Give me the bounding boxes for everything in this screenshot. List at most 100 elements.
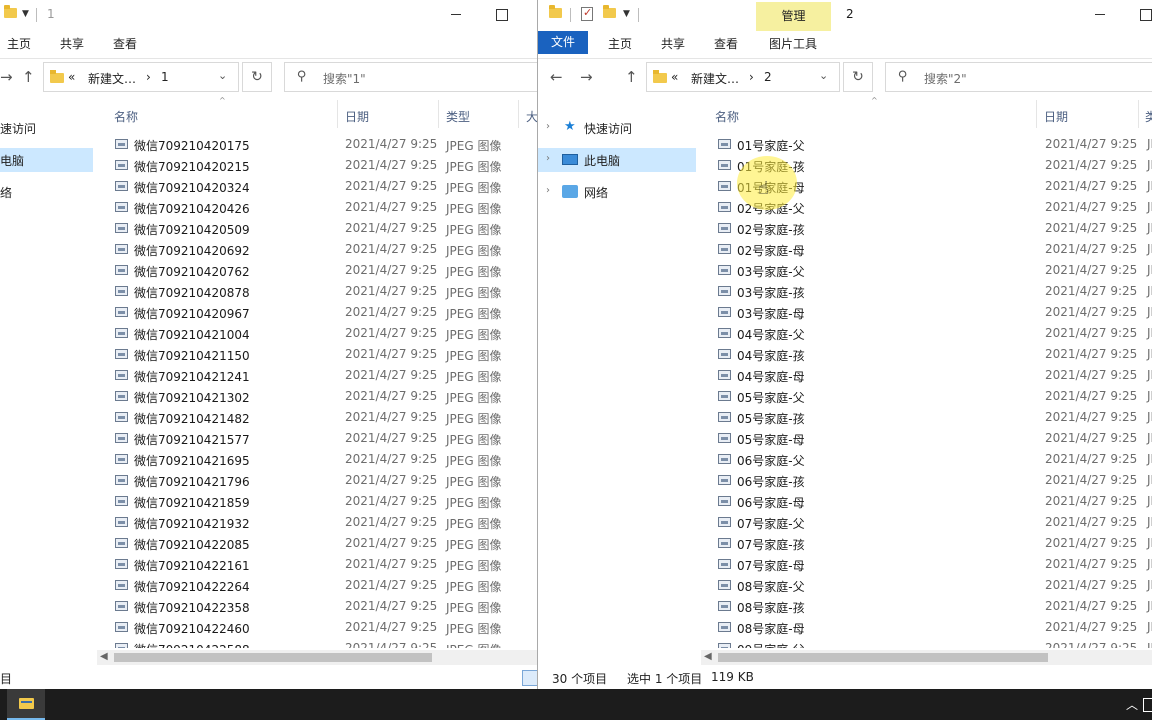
breadcrumb-parent[interactable]: 新建文… xyxy=(691,70,739,87)
refresh-button[interactable]: ↻ xyxy=(242,62,272,92)
file-row[interactable]: 01号家庭-孩 2021/4/27 9:25 JI xyxy=(714,155,1152,176)
column-divider[interactable] xyxy=(1138,100,1139,128)
refresh-button[interactable]: ↻ xyxy=(843,62,873,92)
nav-item-quick-access[interactable]: 速访问 xyxy=(0,116,93,140)
title-bar[interactable]: ▼ 管理 2 xyxy=(538,0,1152,31)
file-row[interactable]: 04号家庭-孩 2021/4/27 9:25 JI xyxy=(714,344,1152,365)
chevron-down-icon[interactable]: ⌄ xyxy=(819,69,828,82)
minimize-button[interactable] xyxy=(1095,6,1105,15)
tab-file[interactable]: 文件 xyxy=(538,31,589,54)
file-row[interactable]: 微信709210420324 2021/4/27 9:25 JPEG 图像 xyxy=(111,176,537,197)
file-row[interactable]: 06号家庭-孩 2021/4/27 9:25 JI xyxy=(714,470,1152,491)
file-row[interactable]: 微信709210420692 2021/4/27 9:25 JPEG 图像 xyxy=(111,239,537,260)
tab-manage[interactable]: 管理 xyxy=(756,2,831,31)
breadcrumb-current[interactable]: 2 xyxy=(764,70,772,84)
file-row[interactable]: 03号家庭-孩 2021/4/27 9:25 JI xyxy=(714,281,1152,302)
file-row[interactable]: 微信709210421577 2021/4/27 9:25 JPEG 图像 xyxy=(111,428,537,449)
nav-item-network[interactable]: › 网络 xyxy=(538,180,696,204)
tab-view[interactable]: 查看 xyxy=(113,35,137,52)
search-input[interactable]: 搜索"1" xyxy=(323,70,366,87)
tab-home[interactable]: 主页 xyxy=(7,35,31,52)
file-row[interactable]: 07号家庭-母 2021/4/27 9:25 JI xyxy=(714,554,1152,575)
address-bar[interactable]: « 新建文… › 2 ⌄ xyxy=(646,62,840,92)
file-row[interactable]: 07号家庭-父 2021/4/27 9:25 JI xyxy=(714,512,1152,533)
forward-button[interactable]: → xyxy=(0,68,13,86)
back-button[interactable]: ← xyxy=(550,68,563,86)
file-row[interactable]: 微信709210421302 2021/4/27 9:25 JPEG 图像 xyxy=(111,386,537,407)
column-divider[interactable] xyxy=(518,100,519,128)
file-row[interactable]: 微信709210421482 2021/4/27 9:25 JPEG 图像 xyxy=(111,407,537,428)
column-header-name[interactable]: 名称 xyxy=(114,108,138,125)
title-bar[interactable]: ▼ 1 xyxy=(0,0,537,31)
file-row[interactable]: 微信709210420509 2021/4/27 9:25 JPEG 图像 xyxy=(111,218,537,239)
search-box[interactable]: ⚲ 搜索"2" xyxy=(885,62,1152,92)
new-folder-icon[interactable] xyxy=(603,5,616,18)
file-row[interactable]: 05号家庭-母 2021/4/27 9:25 JI xyxy=(714,428,1152,449)
file-row[interactable]: 06号家庭-母 2021/4/27 9:25 JI xyxy=(714,491,1152,512)
nav-item-this-pc[interactable]: 电脑 xyxy=(0,148,93,172)
column-divider[interactable] xyxy=(337,100,338,128)
taskbar-file-explorer-button[interactable] xyxy=(7,689,45,720)
column-header-date[interactable]: 日期 xyxy=(345,108,369,125)
breadcrumb-current[interactable]: 1 xyxy=(161,70,169,84)
scrollbar-thumb[interactable] xyxy=(718,653,1048,662)
file-row[interactable]: 微信709210421004 2021/4/27 9:25 JPEG 图像 xyxy=(111,323,537,344)
address-bar[interactable]: « 新建文… › 1 ⌄ xyxy=(43,62,239,92)
column-header-date[interactable]: 日期 xyxy=(1044,108,1068,125)
file-row[interactable]: 微信709210422161 2021/4/27 9:25 JPEG 图像 xyxy=(111,554,537,575)
breadcrumb-parent[interactable]: 新建文… xyxy=(88,70,136,87)
tab-share[interactable]: 共享 xyxy=(661,35,685,52)
file-row[interactable]: 04号家庭-母 2021/4/27 9:25 JI xyxy=(714,365,1152,386)
chevron-right-icon[interactable]: › xyxy=(546,121,550,132)
column-header-type[interactable]: 类 xyxy=(1145,108,1152,125)
file-row[interactable]: 微信709210420175 2021/4/27 9:25 JPEG 图像 xyxy=(111,134,537,155)
column-divider[interactable] xyxy=(438,100,439,128)
tab-picture-tools[interactable]: 图片工具 xyxy=(769,35,817,52)
file-row[interactable]: 微信709210420215 2021/4/27 9:25 JPEG 图像 xyxy=(111,155,537,176)
notification-icon[interactable] xyxy=(1143,698,1152,712)
breadcrumb-separator[interactable]: › xyxy=(146,70,151,84)
search-box[interactable]: ⚲ 搜索"1" xyxy=(284,62,537,92)
minimize-button[interactable] xyxy=(451,6,461,15)
column-header-name[interactable]: 名称 xyxy=(715,108,739,125)
quick-access-dropdown-icon[interactable]: ▼ xyxy=(22,9,29,19)
breadcrumb-separator[interactable]: › xyxy=(749,70,754,84)
file-row[interactable]: 07号家庭-孩 2021/4/27 9:25 JI xyxy=(714,533,1152,554)
up-button[interactable]: ↑ xyxy=(22,68,35,86)
breadcrumb-overflow[interactable]: « xyxy=(68,70,75,84)
horizontal-scrollbar[interactable]: ◀ xyxy=(701,650,1152,665)
file-row[interactable]: 03号家庭-母 2021/4/27 9:25 JI xyxy=(714,302,1152,323)
file-row[interactable]: 微信709210421150 2021/4/27 9:25 JPEG 图像 xyxy=(111,344,537,365)
file-row[interactable]: 微信709210421695 2021/4/27 9:25 JPEG 图像 xyxy=(111,449,537,470)
tab-view[interactable]: 查看 xyxy=(714,35,738,52)
file-row[interactable]: 05号家庭-父 2021/4/27 9:25 JI xyxy=(714,386,1152,407)
quick-access-dropdown-icon[interactable]: ▼ xyxy=(623,9,630,19)
maximize-button[interactable] xyxy=(1140,9,1152,21)
chevron-right-icon[interactable]: › xyxy=(546,185,550,196)
scroll-left-icon[interactable]: ◀ xyxy=(704,651,712,662)
file-row[interactable]: 微信709210422358 2021/4/27 9:25 JPEG 图像 xyxy=(111,596,537,617)
file-row[interactable]: 08号家庭-父 2021/4/27 9:25 JI xyxy=(714,575,1152,596)
nav-item-this-pc[interactable]: › 此电脑 xyxy=(538,148,696,172)
file-row[interactable]: 微信709210422085 2021/4/27 9:25 JPEG 图像 xyxy=(111,533,537,554)
file-row[interactable]: 微信709210421932 2021/4/27 9:25 JPEG 图像 xyxy=(111,512,537,533)
file-row[interactable]: 08号家庭-母 2021/4/27 9:25 JI xyxy=(714,617,1152,638)
file-row[interactable]: 微信709210420426 2021/4/27 9:25 JPEG 图像 xyxy=(111,197,537,218)
column-header-type[interactable]: 类型 xyxy=(446,108,470,125)
search-input[interactable]: 搜索"2" xyxy=(924,70,967,87)
file-row[interactable]: 微信709210422588 2021/4/27 9:25 JPEG 图像 xyxy=(111,638,537,648)
nav-item-network[interactable]: 络 xyxy=(0,180,93,204)
file-row[interactable]: 01号家庭-父 2021/4/27 9:25 JI xyxy=(714,134,1152,155)
chevron-down-icon[interactable]: ⌄ xyxy=(218,69,227,82)
folder-icon[interactable] xyxy=(549,5,562,18)
file-row[interactable]: 微信709210422460 2021/4/27 9:25 JPEG 图像 xyxy=(111,617,537,638)
file-row[interactable]: 02号家庭-孩 2021/4/27 9:25 JI xyxy=(714,218,1152,239)
forward-button[interactable]: → xyxy=(580,68,593,86)
file-row[interactable]: 微信709210420967 2021/4/27 9:25 JPEG 图像 xyxy=(111,302,537,323)
column-divider[interactable] xyxy=(1036,100,1037,128)
file-row[interactable]: 微信709210421859 2021/4/27 9:25 JPEG 图像 xyxy=(111,491,537,512)
file-row[interactable]: 微信709210420878 2021/4/27 9:25 JPEG 图像 xyxy=(111,281,537,302)
folder-icon[interactable] xyxy=(4,5,17,18)
details-view-button[interactable] xyxy=(522,670,537,686)
file-row[interactable]: 05号家庭-孩 2021/4/27 9:25 JI xyxy=(714,407,1152,428)
